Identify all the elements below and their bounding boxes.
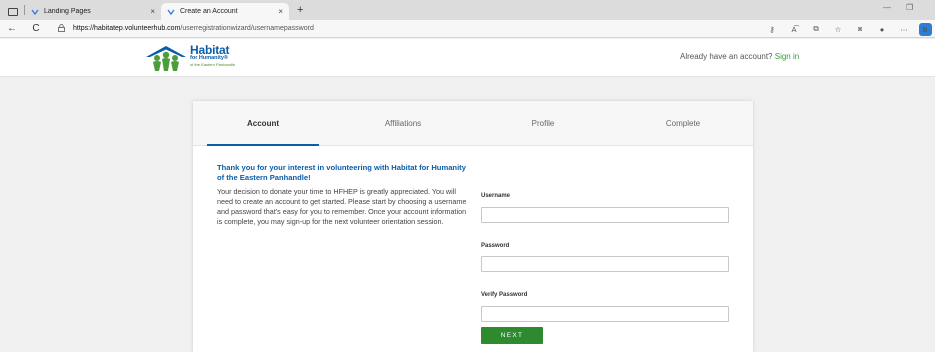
password-input[interactable] xyxy=(481,256,729,272)
tab-title: Create an Account xyxy=(180,8,238,15)
collections-icon[interactable]: ⧈ xyxy=(849,24,871,34)
step-profile[interactable]: Profile xyxy=(473,101,613,145)
password-label: Password xyxy=(481,242,510,249)
signin-prompt-text: Already have an account? xyxy=(680,52,775,61)
step-affiliations[interactable]: Affiliations xyxy=(333,101,473,145)
intro-heading: Thank you for your interest in volunteer… xyxy=(217,163,466,182)
url-domain: https://habitatep.volunteerhub.com xyxy=(73,25,181,32)
habitat-house-logo-icon xyxy=(146,46,186,71)
tab-title: Landing Pages xyxy=(44,8,91,15)
habitat-logo[interactable]: Habitat for Humanity® of the Eastern Pan… xyxy=(145,44,235,72)
step-account[interactable]: Account xyxy=(193,101,333,146)
username-input[interactable] xyxy=(481,206,729,223)
signin-prompt: Already have an account? Sign in xyxy=(680,52,799,61)
site-header: Habitat for Humanity® of the Eastern Pan… xyxy=(0,39,935,77)
registration-card: Account Affiliations Profile Complete Th… xyxy=(193,101,753,352)
url-path: /userregistrationwizard/usernamepassword xyxy=(180,25,314,32)
next-button[interactable]: NEXT xyxy=(481,327,543,344)
lock-icon xyxy=(58,23,65,34)
verify-password-label: Verify Password xyxy=(481,292,528,298)
intro-body: Your decision to donate your time to HFH… xyxy=(217,187,467,226)
bing-button[interactable]: b xyxy=(915,22,935,36)
logo-line-region: of the Eastern Panhandle xyxy=(190,61,236,67)
browser-address-bar: ← C https://habitatep.volunteerhub.com /… xyxy=(0,20,935,38)
more-options-icon[interactable]: ⋯ xyxy=(893,25,915,34)
close-tab-icon[interactable]: × xyxy=(150,7,155,16)
logo-wordmark: Habitat for Humanity® of the Eastern Pan… xyxy=(190,44,235,67)
new-tab-button[interactable]: + xyxy=(297,4,303,16)
favorite-star-icon[interactable]: ☆ xyxy=(827,25,849,34)
tab-actions-icon[interactable] xyxy=(8,8,18,16)
sign-in-link[interactable]: Sign in xyxy=(775,52,799,61)
profile-avatar-icon[interactable]: ● xyxy=(871,25,893,34)
close-tab-icon[interactable]: × xyxy=(278,7,283,16)
username-label: Username xyxy=(481,193,511,199)
extensions-icon[interactable]: ⧉ xyxy=(805,24,827,34)
volunteerhub-favicon-icon xyxy=(31,8,39,16)
tab-landing-pages[interactable]: Landing Pages × xyxy=(25,3,161,20)
step-complete[interactable]: Complete xyxy=(613,101,753,145)
browser-toolbar: ⚷ A͡ ⧉ ☆ ⧈ ● ⋯ b xyxy=(761,20,935,38)
restore-window-icon[interactable]: ❐ xyxy=(906,3,913,12)
read-aloud-icon[interactable]: A͡ xyxy=(783,25,805,34)
browser-tab-bar: Landing Pages × Create an Account × + — … xyxy=(0,0,935,20)
account-form: Username Password Verify Password xyxy=(481,193,729,322)
reload-icon[interactable]: C xyxy=(28,23,44,34)
back-arrow-icon[interactable]: ← xyxy=(4,23,20,34)
verify-password-input[interactable] xyxy=(481,305,729,322)
key-icon[interactable]: ⚷ xyxy=(761,25,783,34)
intro-section: Thank you for your interest in volunteer… xyxy=(217,163,467,227)
tab-create-account[interactable]: Create an Account × xyxy=(161,3,289,20)
volunteerhub-favicon-icon xyxy=(167,8,175,16)
wizard-steps: Account Affiliations Profile Complete xyxy=(193,101,753,146)
bing-icon: b xyxy=(918,22,932,36)
minimize-window-icon[interactable]: — xyxy=(883,3,891,12)
url-field[interactable]: https://habitatep.volunteerhub.com /user… xyxy=(54,22,674,36)
